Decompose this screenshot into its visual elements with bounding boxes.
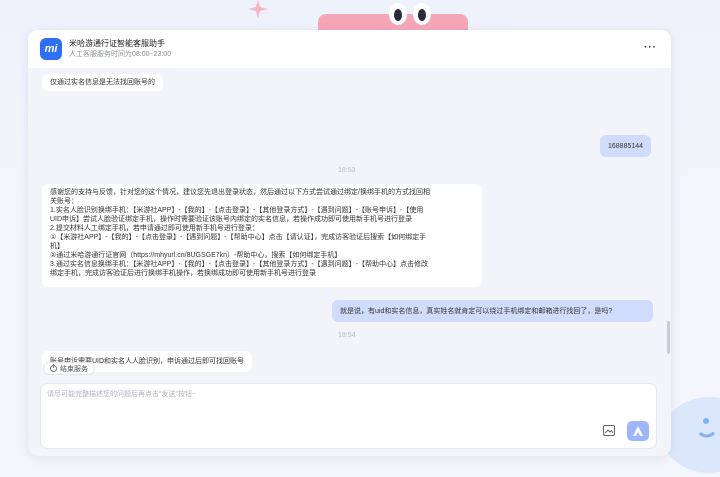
message-line: 关账号： <box>50 198 78 205</box>
message-line: 感谢您的支持与反馈，针对您的这个情况，建议您先退出登录状态，然后通过以下方式尝试… <box>50 189 430 196</box>
end-service-button[interactable]: 结束服务 <box>43 362 95 375</box>
timestamp: 18:53 <box>338 167 356 174</box>
message-line: ①【米游社APP】-【我的】-【点击登录】-【遇到问题】-【帮助中心】点击【请认… <box>50 234 427 241</box>
app-logo: mi <box>40 38 62 60</box>
chat-messages: 仅通过实名信息是无法找回账号的 168885144 18:53 感谢您的支持与反… <box>28 68 671 372</box>
timestamp: 18:54 <box>338 332 356 339</box>
message-line: 3.通过实名信息换绑手机：【米游社APP】-【我的】-【点击登录】-【其他登录方… <box>50 261 428 268</box>
message-line: 2.提交材料人工绑定手机，若申请通过即可使用新手机号进行登录： <box>50 225 259 232</box>
star-decoration-icon <box>248 0 268 19</box>
service-hours: 人工客服服务时间为08:00~23:00 <box>69 51 172 58</box>
agent-message: 仅通过实名信息是无法找回账号的 <box>42 74 163 91</box>
power-icon <box>50 364 57 372</box>
app-title: 米哈游通行证智能客服助手 <box>69 39 165 48</box>
message-input[interactable] <box>47 389 607 409</box>
send-icon <box>633 425 643 436</box>
end-service-label: 结束服务 <box>60 365 88 373</box>
message-line: 机】 <box>50 243 64 250</box>
user-message: 168885144 <box>600 135 652 157</box>
message-line: 1.实名人脸识别换绑手机：【米游社APP】-【我的】-【点击登录】-【其他登录方… <box>50 207 424 214</box>
message-line: UID申诉】尝试人脸验证绑定手机，操作时需要验证该账号内绑定的实名信息，若操作成… <box>50 216 413 223</box>
message-line: ②通过米哈游通行证官网（https://mhyurl.cn/8UGSGE7kn）… <box>50 252 342 259</box>
message-input-box <box>40 383 657 449</box>
more-menu-button[interactable]: ··· <box>644 42 657 53</box>
scrollbar-thumb[interactable] <box>667 321 670 354</box>
chat-header: mi 米哈游通行证智能客服助手 人工客服服务时间为08:00~23:00 ··· <box>28 30 671 68</box>
image-icon[interactable] <box>603 425 615 436</box>
send-button[interactable] <box>627 421 649 441</box>
message-line: 绑定手机，完成访客验证后进行换绑手机操作，若换绑成功即可使用新手机号进行登录 <box>50 270 316 277</box>
mascot-decoration <box>318 3 468 34</box>
user-message: 就是说，有uid和实名信息，真实姓名就肯定可以绕过手机绑定和邮箱进行找回了，是吗… <box>332 300 653 322</box>
chat-window: mi 米哈游通行证智能客服助手 人工客服服务时间为08:00~23:00 ···… <box>28 30 671 456</box>
agent-message-long: 感谢您的支持与反馈，针对您的这个情况，建议您先退出登录状态，然后通过以下方式尝试… <box>42 184 482 287</box>
